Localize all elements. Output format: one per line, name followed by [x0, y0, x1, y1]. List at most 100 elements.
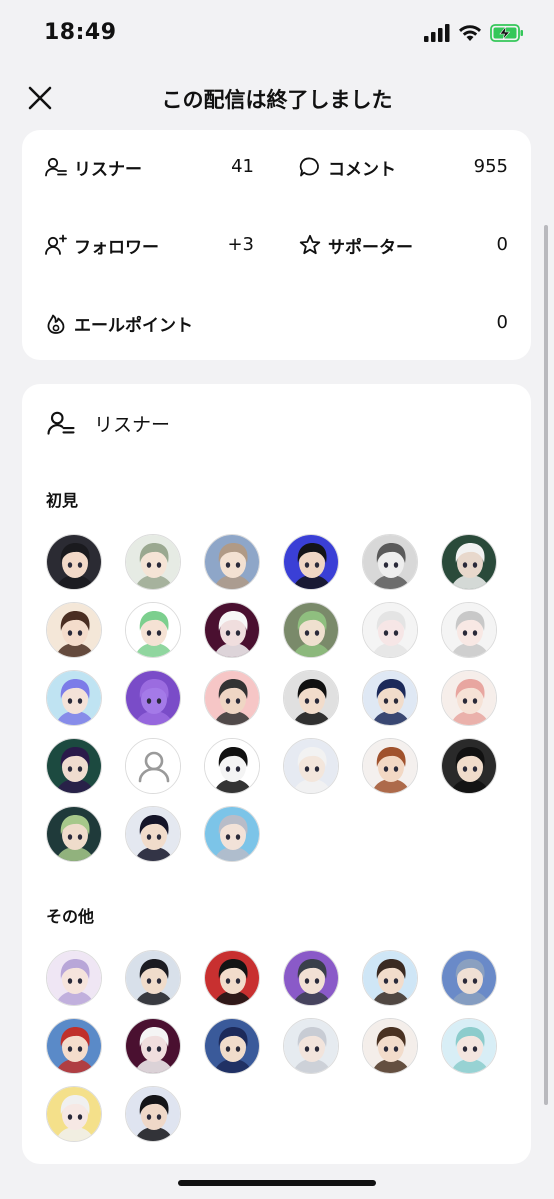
cellular-signal-icon [424, 24, 450, 42]
first-time-listener-avatar[interactable] [283, 738, 339, 794]
wifi-icon [459, 25, 481, 41]
avatar-image [442, 1019, 496, 1073]
first-time-listener-avatar[interactable] [46, 738, 102, 794]
page-title: この配信は終了しました [161, 88, 393, 112]
other-listener-avatar[interactable] [362, 950, 418, 1006]
other-listener-avatar[interactable] [204, 1018, 260, 1074]
first-time-listener-avatar[interactable] [204, 670, 260, 726]
stat-listeners-value: 41 [231, 156, 254, 177]
first-time-listener-avatar[interactable] [441, 670, 497, 726]
stat-follows: フォロワー [44, 230, 159, 260]
avatar-image [205, 671, 259, 725]
first-time-listener-avatar[interactable] [362, 602, 418, 658]
avatar-image [126, 807, 180, 861]
avatar-image [284, 603, 338, 657]
first-time-listener-avatar[interactable] [204, 534, 260, 590]
default-user-icon [126, 739, 180, 793]
stat-supporters: サポーター [298, 230, 413, 260]
stat-yell-points-value: 0 [496, 312, 508, 333]
other-listener-avatar[interactable] [46, 1018, 102, 1074]
avatar-image [363, 535, 417, 589]
first-time-listener-avatar[interactable] [441, 534, 497, 590]
avatar-image [363, 671, 417, 725]
first-time-listener-avatar[interactable] [46, 806, 102, 862]
stat-listeners: リスナー [44, 152, 142, 182]
first-time-listener-avatar[interactable] [46, 602, 102, 658]
other-listener-avatar[interactable] [441, 1018, 497, 1074]
first-time-listener-avatar[interactable] [441, 602, 497, 658]
stat-comments-value: 955 [473, 156, 508, 177]
avatar-image [284, 671, 338, 725]
first-time-listener-avatar[interactable] [204, 602, 260, 658]
first-time-listener-avatar[interactable] [362, 738, 418, 794]
avatar-image [442, 603, 496, 657]
avatar-image [205, 807, 259, 861]
first-time-listener-avatar[interactable] [204, 806, 260, 862]
avatar-image [284, 951, 338, 1005]
flame-icon [47, 314, 65, 334]
stat-comments: コメント [298, 152, 396, 182]
avatar-image [284, 535, 338, 589]
first-time-listener-avatar[interactable] [125, 534, 181, 590]
other-listener-avatar[interactable] [46, 1086, 102, 1142]
first-time-listener-avatar[interactable] [125, 806, 181, 862]
stat-yell-points-label: エールポイント [74, 315, 193, 336]
avatar-image [284, 1019, 338, 1073]
first-time-section-title: 初見 [46, 491, 79, 510]
other-listener-avatar[interactable] [362, 1018, 418, 1074]
avatar-image [126, 603, 180, 657]
first-time-listener-avatar[interactable] [283, 670, 339, 726]
battery-charging-icon [490, 24, 523, 42]
other-listener-avatar[interactable] [283, 950, 339, 1006]
status-icons [424, 24, 524, 42]
avatar-image [442, 951, 496, 1005]
stat-yell-points: エールポイント [44, 308, 193, 338]
avatar-image [442, 739, 496, 793]
avatar-image [363, 739, 417, 793]
avatar-image [205, 739, 259, 793]
other-listener-avatar[interactable] [204, 950, 260, 1006]
avatar-image [205, 603, 259, 657]
status-bar: 18:49 [0, 0, 554, 70]
avatar-image [363, 603, 417, 657]
first-time-listener-avatar[interactable] [125, 738, 181, 794]
stat-supporters-label: サポーター [328, 237, 413, 258]
star-icon [299, 234, 321, 255]
avatar-image [442, 535, 496, 589]
stat-follows-value: +3 [227, 234, 254, 255]
first-time-listener-avatar[interactable] [46, 534, 102, 590]
first-time-listener-avatar[interactable] [362, 534, 418, 590]
avatar-image [47, 1087, 101, 1141]
listener-icon [45, 157, 67, 177]
first-time-listener-avatar[interactable] [283, 602, 339, 658]
first-time-listener-avatar[interactable] [441, 738, 497, 794]
avatar-image [126, 1087, 180, 1141]
avatar-image [126, 951, 180, 1005]
avatar-image [284, 739, 338, 793]
header: この配信は終了しました [0, 70, 554, 128]
avatar-image [47, 951, 101, 1005]
comment-icon [299, 157, 319, 177]
listeners-title: リスナー [94, 413, 171, 436]
other-listener-avatar[interactable] [46, 950, 102, 1006]
avatar-image [126, 535, 180, 589]
status-time: 18:49 [44, 20, 117, 45]
home-indicator[interactable] [178, 1180, 376, 1186]
listener-icon [47, 411, 75, 435]
other-listener-avatar[interactable] [125, 1086, 181, 1142]
stats-card: リスナー 41 コメント 955 フォロワー +3 サポーター 0 エールポイン… [22, 130, 531, 360]
stat-listeners-label: リスナー [74, 159, 142, 180]
first-time-listener-avatar[interactable] [125, 602, 181, 658]
first-time-listener-avatar[interactable] [125, 670, 181, 726]
other-listener-avatar[interactable] [125, 1018, 181, 1074]
avatar-image [205, 1019, 259, 1073]
first-time-listener-avatar[interactable] [362, 670, 418, 726]
first-time-listener-avatar[interactable] [283, 534, 339, 590]
first-time-listener-avatar[interactable] [204, 738, 260, 794]
scrollbar[interactable] [544, 225, 548, 1105]
first-time-listener-avatar[interactable] [46, 670, 102, 726]
other-listener-avatar[interactable] [283, 1018, 339, 1074]
other-section-title: その他 [46, 907, 95, 926]
other-listener-avatar[interactable] [441, 950, 497, 1006]
other-listener-avatar[interactable] [125, 950, 181, 1006]
